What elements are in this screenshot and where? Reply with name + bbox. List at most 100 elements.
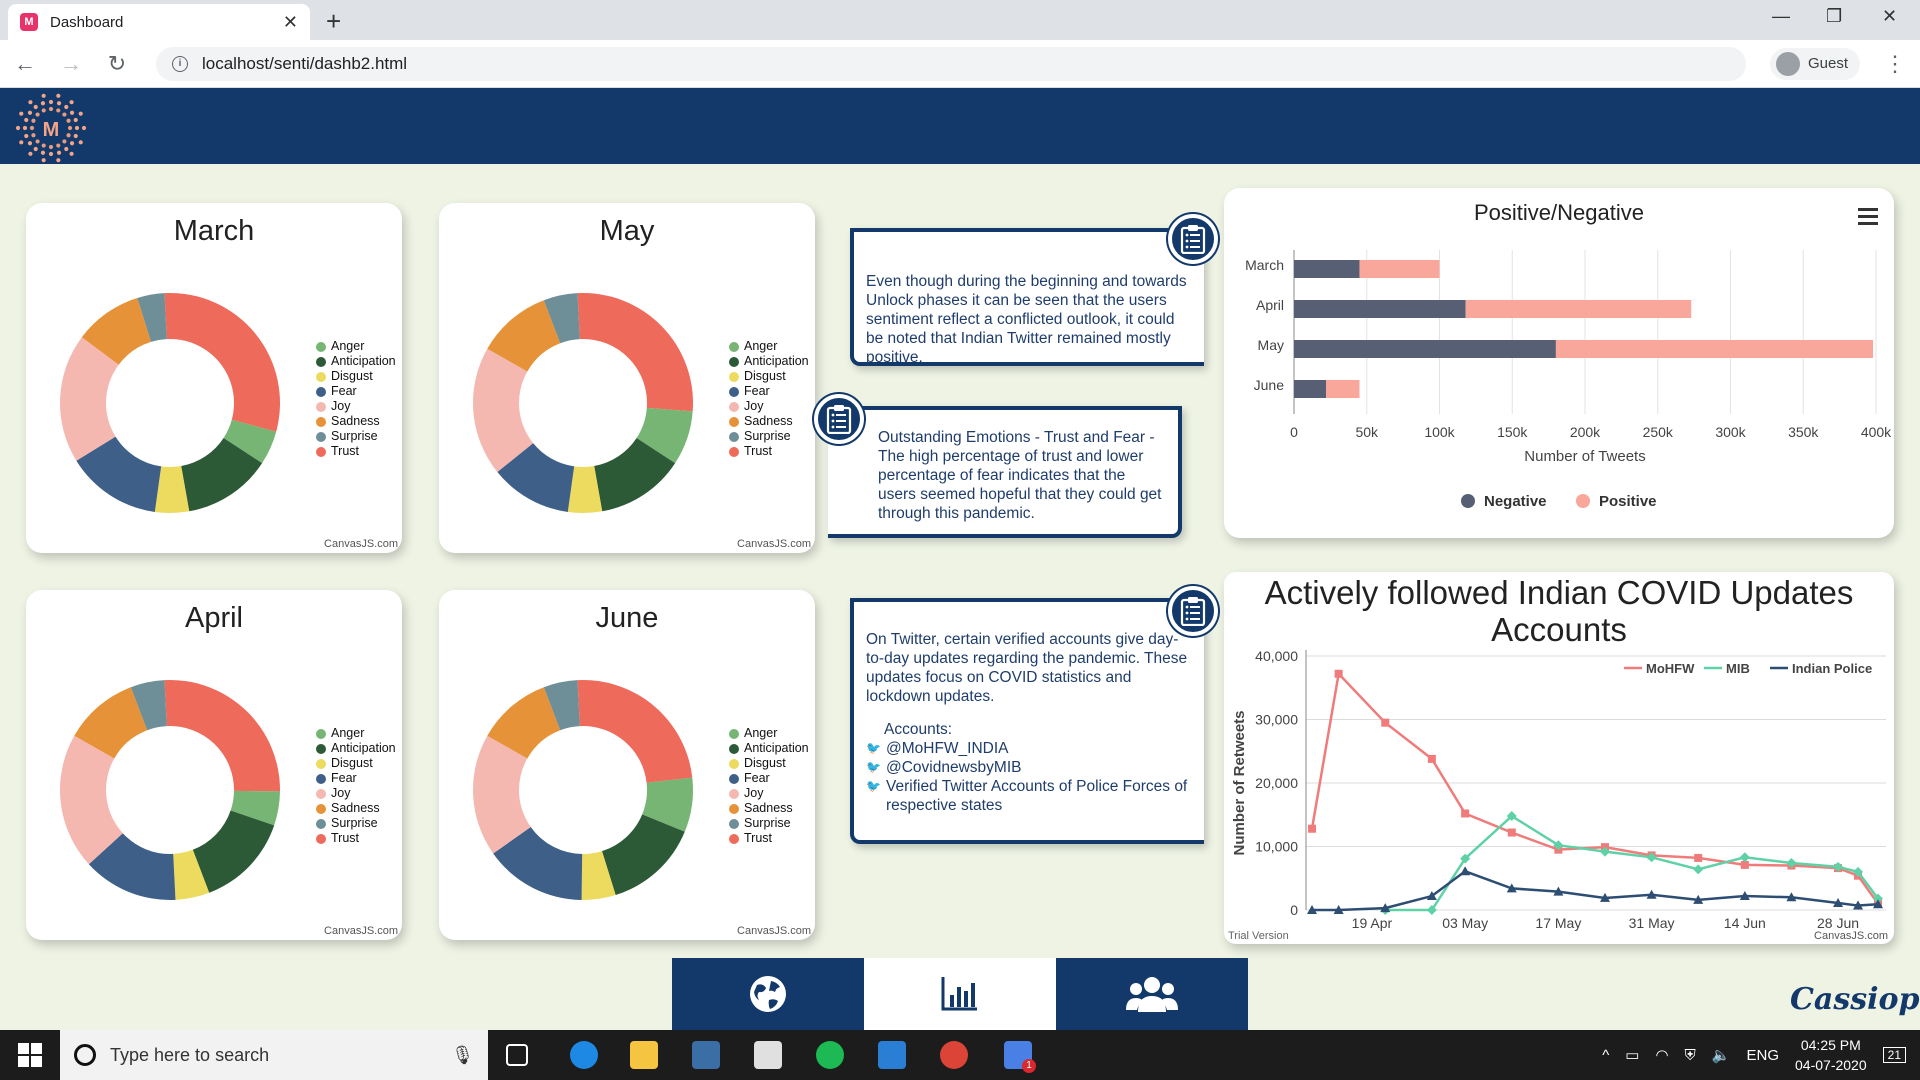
legend-item-trust[interactable]: Trust xyxy=(316,831,396,846)
spotify-icon[interactable] xyxy=(816,1041,844,1069)
legend-item-trust[interactable]: Trust xyxy=(729,444,809,459)
data-point-mohfw[interactable] xyxy=(1461,809,1470,818)
edge-icon[interactable] xyxy=(570,1041,598,1069)
profile-button[interactable]: Guest xyxy=(1769,47,1860,80)
store-icon[interactable] xyxy=(692,1041,720,1069)
chrome-icon[interactable] xyxy=(940,1041,968,1069)
legend-item-anger[interactable]: Anger xyxy=(316,726,396,741)
info-icon[interactable]: i xyxy=(172,55,188,72)
logo-icon[interactable]: M xyxy=(14,91,88,165)
reload-icon[interactable]: ↻ xyxy=(106,51,128,77)
maximize-button[interactable]: ❐ xyxy=(1826,6,1842,27)
legend-item-surprise[interactable]: Surprise xyxy=(316,429,396,444)
nav-team-button[interactable] xyxy=(1056,958,1248,1030)
legend-item-disgust[interactable]: Disgust xyxy=(316,756,396,771)
legend-item-anticipation[interactable]: Anticipation xyxy=(316,741,396,756)
legend-label-indian-police[interactable]: Indian Police xyxy=(1792,661,1872,676)
task-view-icon[interactable] xyxy=(506,1044,528,1066)
bar-positive-may[interactable] xyxy=(1555,340,1874,358)
legend-item-surprise[interactable]: Surprise xyxy=(729,816,809,831)
bar-positive-april[interactable] xyxy=(1465,300,1692,318)
minimize-button[interactable]: — xyxy=(1772,6,1790,27)
legend-item-anticipation[interactable]: Anticipation xyxy=(729,354,809,369)
canvasjs-credit[interactable]: CanvasJS.com xyxy=(324,925,398,937)
meet-icon[interactable]: 1 xyxy=(1004,1041,1036,1073)
legend-item-surprise[interactable]: Surprise xyxy=(316,816,396,831)
volume-icon[interactable]: 🔈 xyxy=(1712,1046,1731,1064)
wifi-icon[interactable]: ◠ xyxy=(1655,1046,1668,1064)
windows-start-icon[interactable] xyxy=(18,1043,42,1067)
legend-item-anticipation[interactable]: Anticipation xyxy=(729,741,809,756)
bar-negative-march[interactable] xyxy=(1294,260,1360,278)
legend-item-anticipation[interactable]: Anticipation xyxy=(316,354,396,369)
legend-item-fear[interactable]: Fear xyxy=(729,384,809,399)
legend-item-disgust[interactable]: Disgust xyxy=(729,369,809,384)
nav-globe-button[interactable] xyxy=(672,958,864,1030)
legend-item-surprise[interactable]: Surprise xyxy=(729,429,809,444)
close-tab-icon[interactable]: ✕ xyxy=(283,12,298,33)
data-point-indian-police[interactable] xyxy=(1460,866,1471,876)
nav-charts-button[interactable] xyxy=(864,958,1056,1030)
legend-item-anger[interactable]: Anger xyxy=(729,726,809,741)
legend-item-joy[interactable]: Joy xyxy=(729,399,809,414)
data-point-mib[interactable] xyxy=(1693,864,1704,875)
bar-positive-june[interactable] xyxy=(1326,380,1360,398)
canvasjs-credit[interactable]: CanvasJS.com xyxy=(324,538,398,550)
file-explorer-icon[interactable] xyxy=(630,1041,658,1069)
legend-item-sadness[interactable]: Sadness xyxy=(729,801,809,816)
legend-item-anger[interactable]: Anger xyxy=(729,339,809,354)
forward-arrow-icon[interactable]: → xyxy=(60,51,82,77)
donut-chart-0[interactable] xyxy=(50,283,290,523)
legend-item-trust[interactable]: Trust xyxy=(729,831,809,846)
legend-item-anger[interactable]: Anger xyxy=(316,339,396,354)
clock[interactable]: 04:25 PM 04-07-2020 xyxy=(1795,1035,1867,1075)
series-line-indian-police[interactable] xyxy=(1312,869,1879,912)
legend-label-positive[interactable]: Positive xyxy=(1599,493,1657,510)
legend-item-disgust[interactable]: Disgust xyxy=(316,369,396,384)
bar-positive-march[interactable] xyxy=(1359,260,1440,278)
canvasjs-credit[interactable]: CanvasJS.com xyxy=(1814,930,1888,942)
legend-label-mib[interactable]: MIB xyxy=(1726,661,1750,676)
legend-item-joy[interactable]: Joy xyxy=(316,399,396,414)
donut-slice-trust[interactable] xyxy=(164,680,280,792)
bar-negative-may[interactable] xyxy=(1294,340,1556,358)
data-point-mib[interactable] xyxy=(1739,852,1750,863)
account-item[interactable]: 🐦 Verified Twitter Accounts of Police For… xyxy=(866,777,1192,815)
taskbar-search-input[interactable]: Type here to search 🎙 xyxy=(60,1030,488,1080)
data-point-mohfw[interactable] xyxy=(1308,824,1316,833)
mail-icon[interactable] xyxy=(754,1041,782,1069)
tray-chevron-icon[interactable]: ^ xyxy=(1602,1047,1609,1064)
legend-item-disgust[interactable]: Disgust xyxy=(729,756,809,771)
defender-icon[interactable]: ⛨ xyxy=(1685,1047,1696,1064)
new-tab-button[interactable]: + xyxy=(326,6,341,37)
legend-item-sadness[interactable]: Sadness xyxy=(316,801,396,816)
legend-item-sadness[interactable]: Sadness xyxy=(729,414,809,429)
url-input[interactable]: i localhost/senti/dashb2.html xyxy=(156,46,1746,81)
canvasjs-credit[interactable]: CanvasJS.com xyxy=(737,538,811,550)
legend-item-joy[interactable]: Joy xyxy=(316,786,396,801)
donut-slice-anticipation[interactable] xyxy=(192,810,275,893)
donut-slice-trust[interactable] xyxy=(164,293,280,432)
data-point-mohfw[interactable] xyxy=(1427,754,1436,763)
bar-negative-april[interactable] xyxy=(1294,300,1466,318)
battery-icon[interactable]: ▭ xyxy=(1625,1046,1639,1064)
donut-slice-trust[interactable] xyxy=(577,680,693,783)
browser-menu-icon[interactable]: ⋮ xyxy=(1884,51,1906,77)
bar-negative-june[interactable] xyxy=(1294,380,1327,398)
microphone-icon[interactable]: 🎙 xyxy=(451,1045,474,1066)
legend-item-fear[interactable]: Fear xyxy=(729,771,809,786)
donut-chart-2[interactable] xyxy=(50,670,290,910)
vscode-icon[interactable] xyxy=(878,1041,906,1069)
canvasjs-credit[interactable]: CanvasJS.com xyxy=(737,925,811,937)
data-point-mohfw[interactable] xyxy=(1694,853,1703,862)
legend-label-mohfw[interactable]: MoHFW xyxy=(1646,661,1695,676)
data-point-mohfw[interactable] xyxy=(1334,669,1343,678)
legend-item-trust[interactable]: Trust xyxy=(316,444,396,459)
back-arrow-icon[interactable]: ← xyxy=(14,51,36,77)
notifications-icon[interactable]: 21 xyxy=(1882,1047,1906,1063)
donut-chart-1[interactable] xyxy=(463,283,703,523)
legend-label-negative[interactable]: Negative xyxy=(1484,493,1547,510)
legend-item-sadness[interactable]: Sadness xyxy=(316,414,396,429)
legend-item-fear[interactable]: Fear xyxy=(316,384,396,399)
legend-item-joy[interactable]: Joy xyxy=(729,786,809,801)
